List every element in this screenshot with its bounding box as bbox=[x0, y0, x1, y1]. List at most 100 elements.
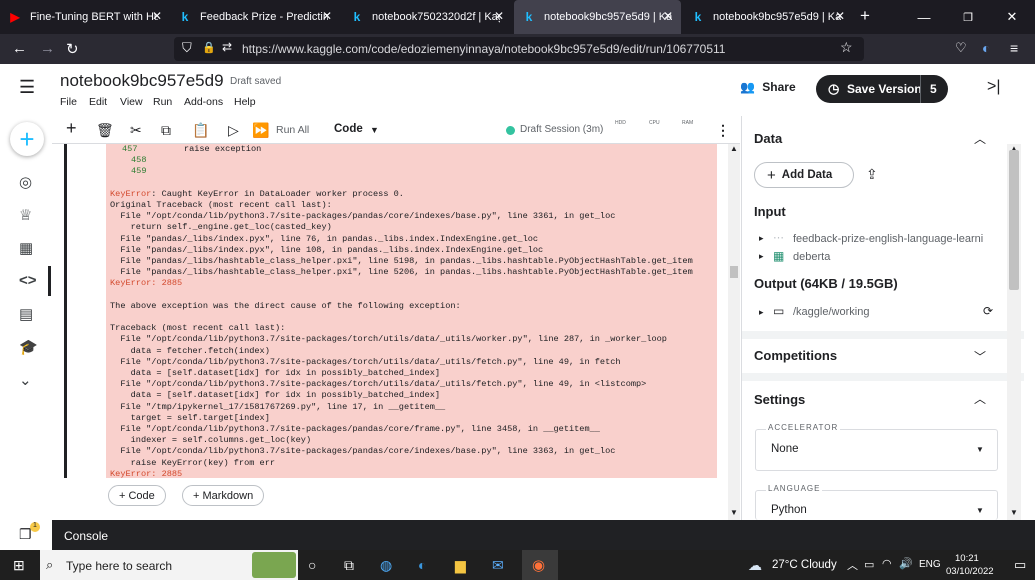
comments-icon[interactable]: ▤ bbox=[19, 305, 33, 323]
cortana-icon[interactable]: ○ bbox=[308, 557, 316, 573]
battery-icon[interactable]: ▭ bbox=[864, 558, 874, 571]
save-version-button[interactable]: ◷ Save Version 5 bbox=[816, 75, 948, 103]
scroll-down-icon[interactable]: ▼ bbox=[1010, 508, 1018, 517]
browser-tab[interactable]: k notebook9bc957e5d9 | Kaggle ✕ bbox=[683, 0, 853, 34]
compass-icon[interactable]: ◎ bbox=[19, 173, 32, 191]
collapse-icon[interactable]: ︿ bbox=[974, 390, 986, 407]
browser-tab[interactable]: k notebook7502320d2f | Kaggle ✕ bbox=[342, 0, 512, 34]
weather-text[interactable]: 27°C Cloudy bbox=[772, 559, 837, 571]
add-data-label: Add Data bbox=[781, 169, 833, 181]
language-indicator[interactable]: ENG bbox=[919, 559, 941, 570]
session-status[interactable]: Draft Session (3m) bbox=[520, 124, 603, 135]
wifi-icon[interactable]: ◠ bbox=[882, 557, 892, 570]
menu-edit[interactable]: Edit bbox=[89, 96, 107, 108]
divider bbox=[920, 75, 921, 103]
file-explorer-icon[interactable]: ▆ bbox=[455, 557, 466, 574]
bookmark-star-icon[interactable]: ☆ bbox=[840, 39, 853, 56]
delete-icon[interactable]: 🗑 bbox=[96, 122, 114, 139]
table-icon[interactable]: ▦ bbox=[19, 239, 33, 257]
run-cell-icon[interactable]: ▷ bbox=[228, 122, 239, 139]
notebook-title[interactable]: notebook9bc957e5d9 bbox=[60, 71, 224, 91]
run-all-icon[interactable]: ⏩ bbox=[252, 122, 269, 139]
run-all-button[interactable]: Run All bbox=[276, 124, 309, 136]
share-button[interactable]: 👥 Share bbox=[740, 80, 796, 94]
input-item[interactable]: deberta bbox=[793, 251, 830, 263]
chevron-down-icon[interactable]: ﹀ bbox=[974, 348, 986, 365]
learn-icon[interactable]: 🎓 bbox=[19, 338, 38, 356]
forward-icon[interactable]: → bbox=[40, 40, 55, 57]
reload-icon[interactable]: ↻ bbox=[66, 40, 79, 58]
pocket-icon[interactable]: ♡ bbox=[955, 40, 967, 56]
language-select[interactable]: Python ▼ bbox=[755, 490, 998, 520]
chevron-down-icon[interactable]: ⌄ bbox=[19, 371, 32, 389]
expand-arrow-icon[interactable]: ▸ bbox=[759, 251, 764, 262]
scroll-up-icon[interactable]: ▲ bbox=[730, 144, 738, 153]
console-bar[interactable]: Console bbox=[52, 520, 1035, 550]
expand-arrow-icon[interactable]: ▸ bbox=[759, 233, 764, 244]
chevron-up-icon[interactable]: ︿ bbox=[847, 557, 858, 573]
minimize-icon[interactable]: — bbox=[902, 0, 946, 34]
new-tab-button[interactable]: + bbox=[860, 6, 870, 26]
add-data-button[interactable]: + Add Data bbox=[754, 162, 854, 188]
insert-cell-icon[interactable]: + bbox=[66, 118, 77, 139]
browser-tab[interactable]: ▶ Fine-Tuning BERT with Hugging ✕ bbox=[0, 0, 170, 34]
menu-view[interactable]: View bbox=[120, 96, 143, 108]
clock-time[interactable]: 10:21 bbox=[955, 553, 979, 564]
copy-icon[interactable]: ⧉ bbox=[161, 122, 171, 139]
ram-meter: RAM bbox=[682, 120, 694, 126]
upload-icon[interactable]: ⇪ bbox=[866, 166, 878, 183]
browser-tab[interactable]: k Feedback Prize - Predicting Effe ✕ bbox=[170, 0, 340, 34]
notebook-scroll-thumb[interactable] bbox=[730, 266, 738, 278]
menu-help[interactable]: Help bbox=[234, 96, 256, 108]
code-icon[interactable]: <> bbox=[19, 272, 37, 289]
chevron-down-icon[interactable]: ▼ bbox=[370, 125, 379, 135]
left-rail: + ◎ ♕ ▦ <> ▤ 🎓 ⌄ bbox=[0, 116, 52, 520]
input-item[interactable]: feedback-prize-english-language-learni bbox=[793, 233, 993, 245]
url-bar[interactable]: ⛉ 🔒 ⇄ https://www.kaggle.com/code/edozie… bbox=[174, 37, 864, 61]
panel-scroll-thumb[interactable] bbox=[1009, 150, 1019, 290]
close-window-icon[interactable]: ✕ bbox=[990, 0, 1034, 34]
menu-icon[interactable]: ≡ bbox=[1010, 40, 1018, 56]
accelerator-select[interactable]: None ▼ bbox=[755, 429, 998, 471]
more-options-icon[interactable]: ⋮ bbox=[716, 122, 730, 139]
mail-icon[interactable]: ✉ bbox=[492, 557, 504, 574]
notification-center-icon[interactable]: ▭ bbox=[1014, 557, 1026, 573]
output-dir[interactable]: /kaggle/working bbox=[793, 306, 869, 318]
close-icon[interactable]: ✕ bbox=[152, 9, 162, 23]
close-icon[interactable]: ✕ bbox=[663, 9, 673, 23]
notebook-scrollbar[interactable]: ▲ ▼ bbox=[728, 144, 740, 520]
hamburger-menu-icon[interactable]: ☰ bbox=[19, 77, 35, 98]
restore-icon[interactable]: ❐ bbox=[946, 0, 990, 34]
error-message: : Caught KeyError in DataLoader worker p… bbox=[151, 188, 404, 199]
windows-start-icon[interactable]: ⊞ bbox=[13, 557, 25, 574]
traceback-line: raise KeyError(key) from err bbox=[110, 457, 276, 468]
trophy-icon[interactable]: ♕ bbox=[19, 206, 32, 224]
collapse-panel-icon[interactable]: >| bbox=[987, 78, 1001, 96]
menu-run[interactable]: Run bbox=[153, 96, 172, 108]
close-icon[interactable]: ✕ bbox=[835, 9, 845, 23]
browser-tab-active[interactable]: k notebook9bc957e5d9 | Kaggle ✕ bbox=[514, 0, 681, 34]
menu-file[interactable]: File bbox=[60, 96, 77, 108]
create-button[interactable]: + bbox=[10, 122, 44, 156]
cut-icon[interactable]: ✂ bbox=[130, 122, 142, 139]
account-icon[interactable]: ◐ bbox=[982, 40, 990, 56]
edge-icon[interactable]: ◍ bbox=[380, 557, 392, 574]
add-markdown-button[interactable]: + Markdown bbox=[182, 485, 265, 506]
collapse-icon[interactable]: ︿ bbox=[974, 130, 986, 147]
paste-icon[interactable]: 📋 bbox=[192, 122, 209, 139]
close-icon[interactable]: ✕ bbox=[322, 9, 332, 23]
edge-browser-icon[interactable]: ◐ bbox=[418, 557, 426, 573]
scroll-down-icon[interactable]: ▼ bbox=[730, 508, 738, 517]
task-view-icon[interactable]: ⧉ bbox=[344, 557, 354, 574]
add-code-button[interactable]: + Code bbox=[108, 485, 166, 506]
close-icon[interactable]: ✕ bbox=[494, 9, 504, 23]
expand-arrow-icon[interactable]: ▸ bbox=[759, 307, 764, 318]
refresh-icon[interactable]: ⟳ bbox=[983, 304, 993, 318]
clock-date[interactable]: 03/10/2022 bbox=[946, 566, 994, 577]
cell-type-select[interactable]: Code bbox=[334, 123, 363, 135]
taskbar-search[interactable]: ⌕ Type here to search bbox=[40, 550, 298, 580]
firefox-taskbar-button[interactable]: ◉ bbox=[522, 550, 558, 580]
volume-icon[interactable]: 🔊 bbox=[899, 557, 913, 570]
menu-add-ons[interactable]: Add-ons bbox=[184, 96, 223, 108]
back-icon[interactable]: ← bbox=[12, 40, 27, 57]
